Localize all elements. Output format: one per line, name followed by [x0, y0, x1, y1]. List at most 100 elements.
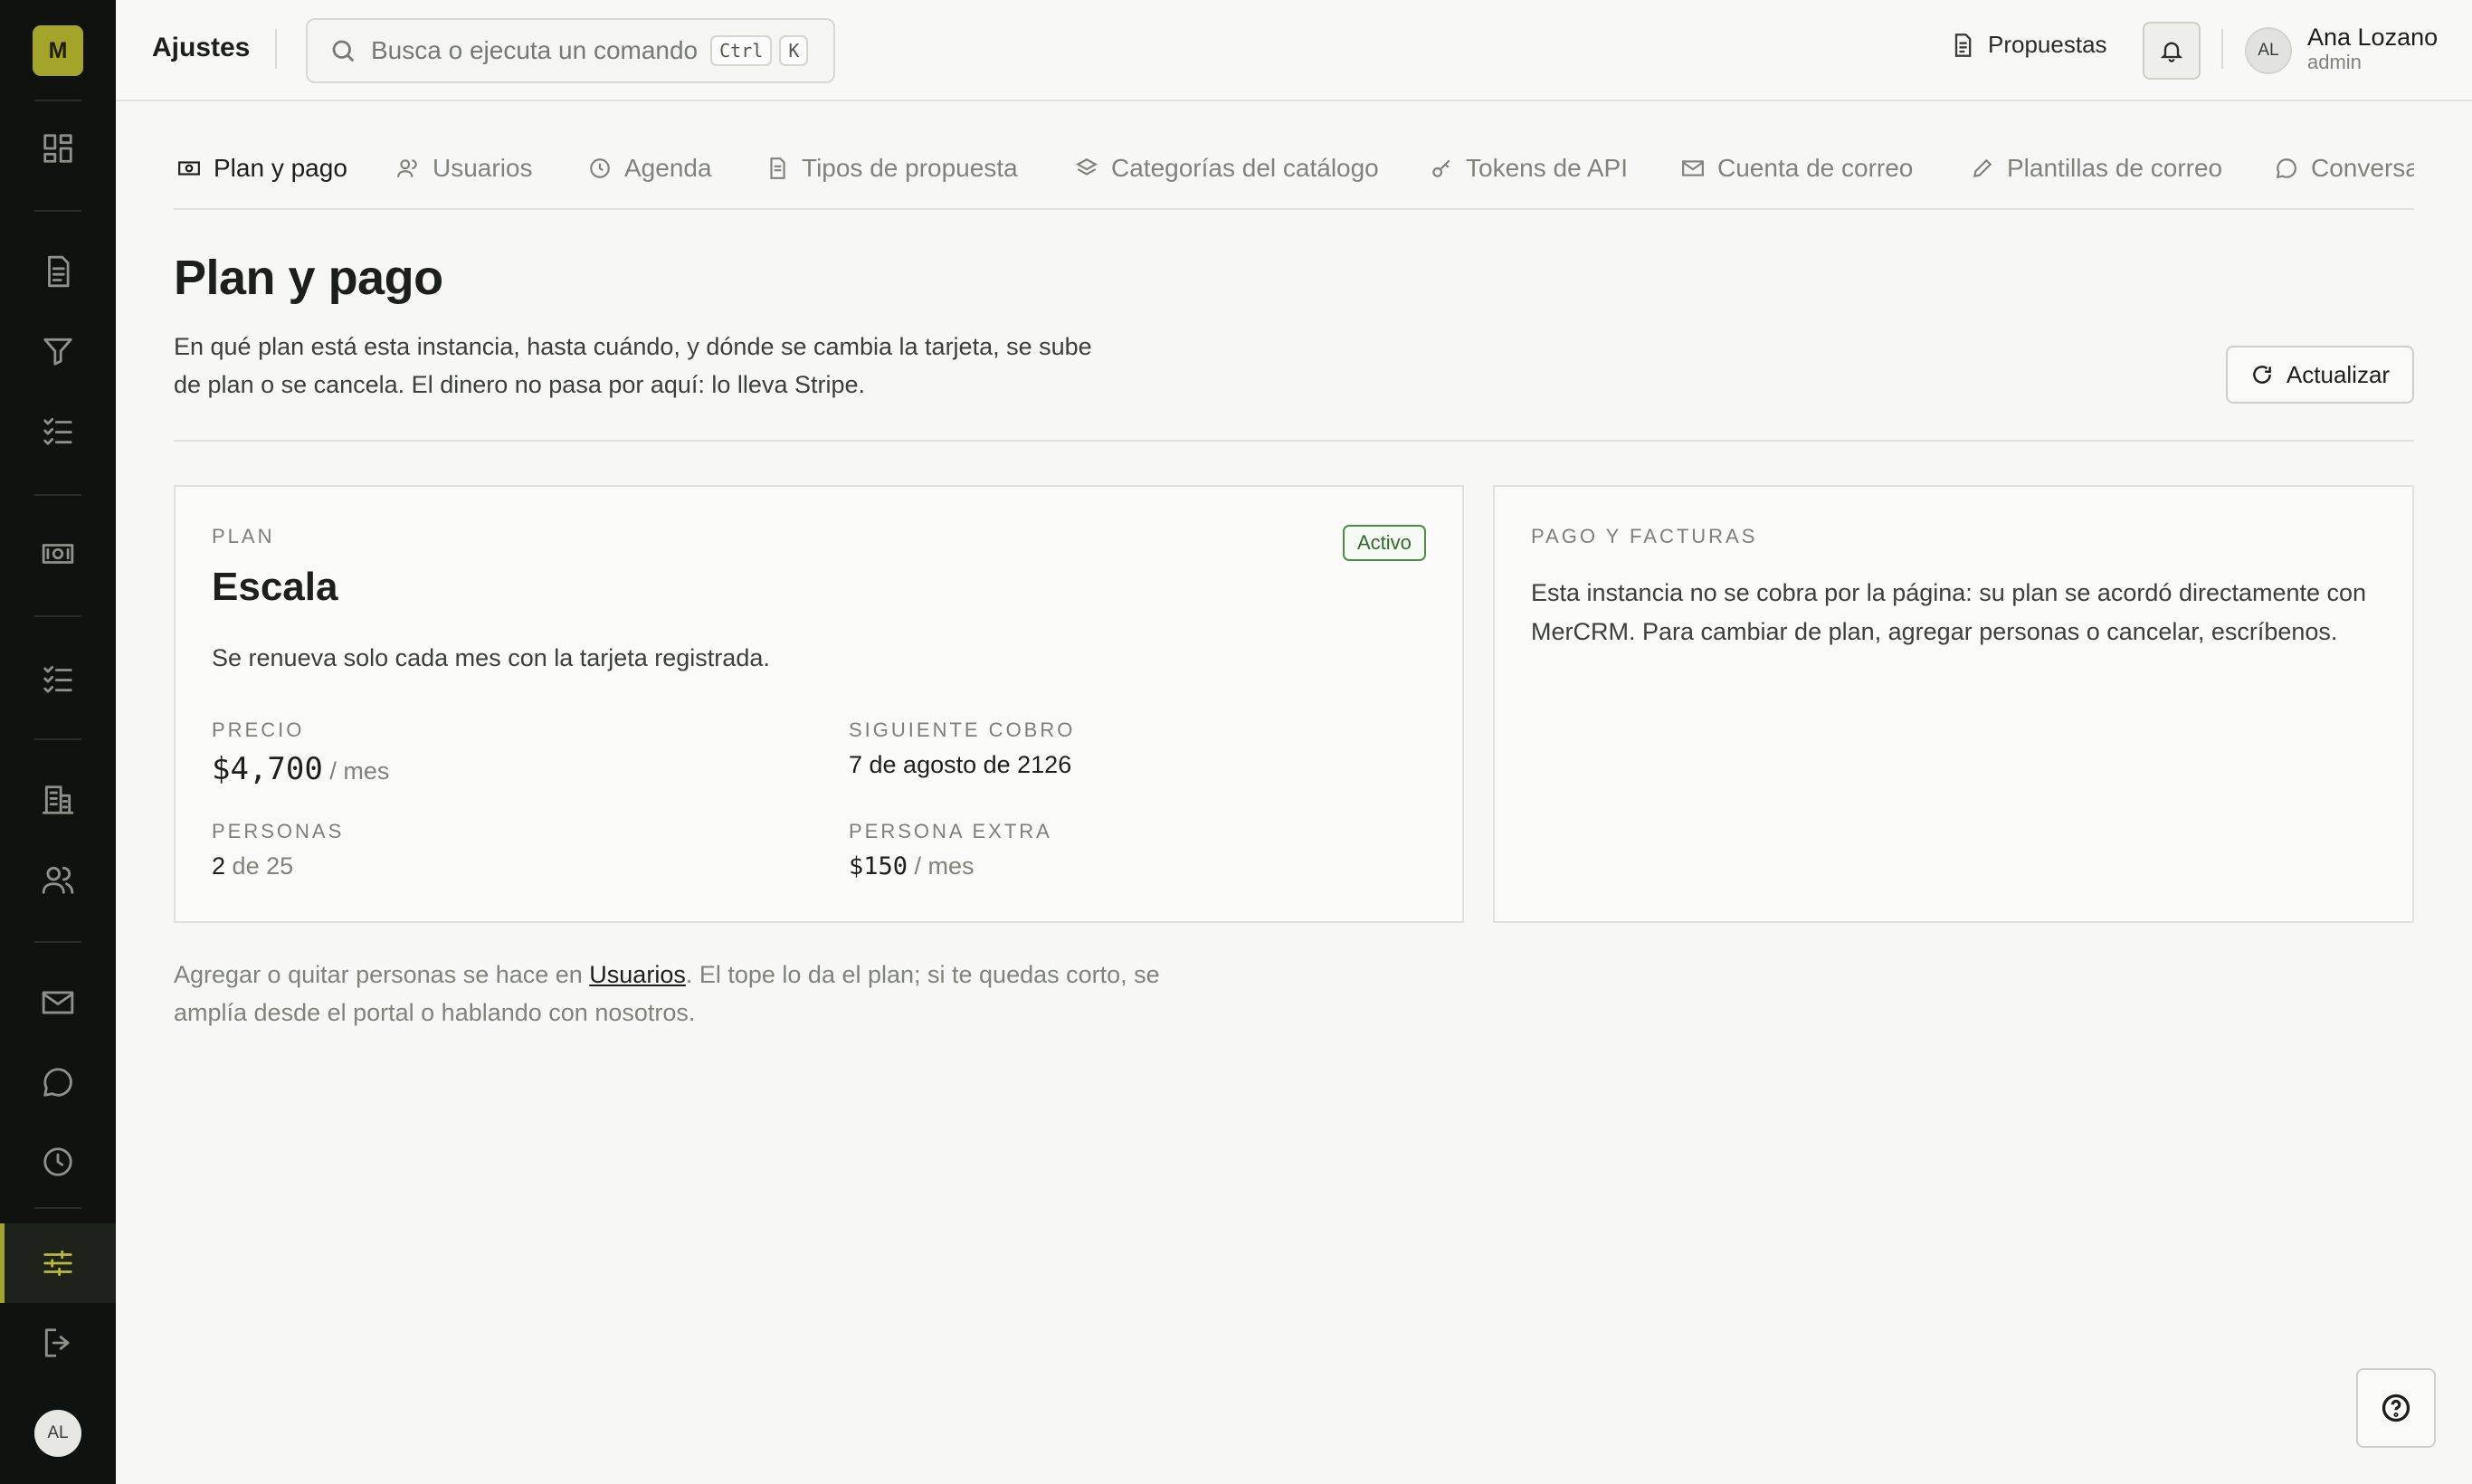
section-divider — [174, 440, 2414, 442]
sidebar-item-conversations[interactable] — [0, 1042, 116, 1122]
key-icon — [1432, 159, 1450, 177]
building-icon — [42, 785, 74, 814]
mail-icon — [42, 991, 74, 1014]
kbd-k: K — [779, 35, 809, 66]
extra-person-label: PERSONA EXTRA — [849, 820, 1052, 842]
dashboard-icon — [43, 134, 72, 163]
tab-tipos-de-propuesta[interactable]: Tipos de propuesta — [765, 136, 1018, 208]
page-description: En qué plan está esta instancia, hasta c… — [174, 333, 1092, 398]
checklist-icon — [43, 417, 72, 445]
sidebar-item-pipeline[interactable] — [0, 311, 116, 391]
user-name[interactable]: Ana Lozano — [2307, 24, 2438, 52]
topbar: Ajustes Busca o ejecuta un comando Ctrl … — [116, 0, 2472, 101]
settings-tabs: Plan y pago Usuarios Agenda Tipos de pro… — [174, 136, 2414, 210]
bell-icon — [2160, 42, 2183, 62]
sidebar-item-companies[interactable] — [0, 760, 116, 840]
billing-caption: PAGO Y FACTURAS — [1531, 525, 1758, 547]
sidebar-avatar[interactable]: AL — [34, 1410, 81, 1457]
tab-label: Categorías del catálogo — [1111, 154, 1379, 182]
topbar-divider — [275, 29, 277, 69]
sidebar-divider — [34, 738, 81, 740]
chat-icon — [43, 1068, 72, 1097]
tab-cuenta-de-correo[interactable]: Cuenta de correo — [1681, 136, 1914, 208]
sidebar-item-mail[interactable] — [0, 963, 116, 1042]
tab-label: Usuarios — [433, 154, 533, 182]
document-icon — [1954, 33, 1972, 57]
refresh-button-label: Actualizar — [2286, 360, 2391, 388]
sidebar-item-settings[interactable] — [0, 1223, 116, 1303]
sidebar-divider — [34, 210, 81, 212]
page-title: Plan y pago — [174, 251, 443, 305]
command-search[interactable]: Busca o ejecuta un comando Ctrl K — [306, 18, 835, 83]
tab-plan-y-pago[interactable]: Plan y pago — [177, 136, 347, 208]
app-logo[interactable]: M — [33, 25, 83, 76]
document-icon — [770, 157, 785, 179]
sidebar-item-billing[interactable] — [0, 514, 116, 594]
users-icon — [397, 159, 417, 177]
help-button[interactable] — [2356, 1368, 2436, 1448]
extra-person-unit: / mes — [914, 852, 975, 880]
document-icon — [48, 255, 70, 288]
next-charge-value: 7 de agosto de 2126 — [849, 751, 1072, 778]
tab-label: Cuenta de correo — [1717, 154, 1914, 182]
sidebar-item-proposals[interactable] — [0, 232, 116, 311]
tab-plantillas-de-correo[interactable]: Plantillas de correo — [1971, 136, 2223, 208]
extra-person-value: $150 / mes — [849, 852, 975, 880]
kbd-ctrl: Ctrl — [710, 35, 773, 66]
sidebar-item-checklist[interactable] — [0, 391, 116, 471]
price-label: PRECIO — [212, 718, 305, 741]
sidebar-divider — [34, 941, 81, 943]
search-icon — [332, 40, 355, 62]
notifications-button[interactable] — [2143, 22, 2201, 80]
user-avatar[interactable]: AL — [2245, 27, 2292, 74]
plan-caption: PLAN — [212, 525, 275, 547]
sidebar-divider — [34, 100, 81, 101]
help-icon — [2382, 1394, 2410, 1422]
sidebar-item-logout[interactable] — [0, 1303, 116, 1383]
tab-label: Tipos de propuesta — [802, 154, 1018, 182]
layers-icon — [1076, 158, 1098, 176]
next-charge-label: SIGUIENTE COBRO — [849, 718, 1076, 741]
sidebar-divider — [34, 1207, 81, 1209]
tab-label: Agenda — [624, 154, 712, 182]
refresh-icon — [2253, 366, 2271, 384]
tab-agenda[interactable]: Agenda — [588, 136, 712, 208]
people-count: 2 — [212, 852, 226, 880]
tab-tokens-de-api[interactable]: Tokens de API — [1430, 136, 1629, 208]
users-note: Agregar o quitar personas se hace en Usu… — [174, 956, 1205, 1032]
tab-conversaciones[interactable]: Conversaciones — [2275, 136, 2414, 208]
sidebar-item-agenda[interactable] — [0, 1122, 116, 1202]
topbar-title: Ajustes — [152, 33, 251, 62]
tasks-icon — [43, 665, 72, 693]
users-icon — [42, 866, 74, 894]
tab-usuarios[interactable]: Usuarios — [396, 136, 533, 208]
price-value: $4,700 / mes — [212, 751, 389, 787]
tab-label: Tokens de API — [1466, 154, 1629, 182]
sidebar-item-tasks[interactable] — [0, 639, 116, 718]
settings-icon — [43, 1250, 72, 1277]
refresh-button[interactable]: Actualizar — [2226, 346, 2414, 404]
topbar-divider — [2221, 29, 2223, 69]
billing-text: Esta instancia no se cobra por la página… — [1531, 579, 2367, 645]
tab-label: Plan y pago — [214, 154, 347, 182]
sidebar: M AL — [0, 0, 116, 1484]
status-badge: Activo — [1343, 525, 1426, 561]
logout-icon — [44, 1328, 70, 1357]
plan-card: PLAN Activo Escala Se renueva solo cada … — [174, 485, 1464, 923]
people-label: PERSONAS — [212, 820, 345, 842]
chat-icon — [2276, 158, 2296, 179]
sidebar-item-contacts[interactable] — [0, 840, 116, 919]
clock-icon — [590, 158, 610, 178]
sidebar-divider — [34, 494, 81, 496]
user-role: admin — [2307, 51, 2362, 73]
users-link[interactable]: Usuarios — [589, 961, 686, 988]
money-icon — [42, 544, 74, 564]
plan-subtitle: Se renueva solo cada mes con la tarjeta … — [212, 644, 770, 671]
sidebar-item-dashboard[interactable] — [0, 109, 116, 188]
filter-icon — [43, 338, 72, 366]
proposals-link[interactable]: Propuestas — [1950, 31, 2107, 59]
money-icon — [178, 161, 200, 176]
tab-categorias-del-catalogo[interactable]: Categorías del catálogo — [1075, 136, 1379, 208]
plan-name: Escala — [212, 565, 338, 609]
tab-label: Plantillas de correo — [2007, 154, 2223, 182]
